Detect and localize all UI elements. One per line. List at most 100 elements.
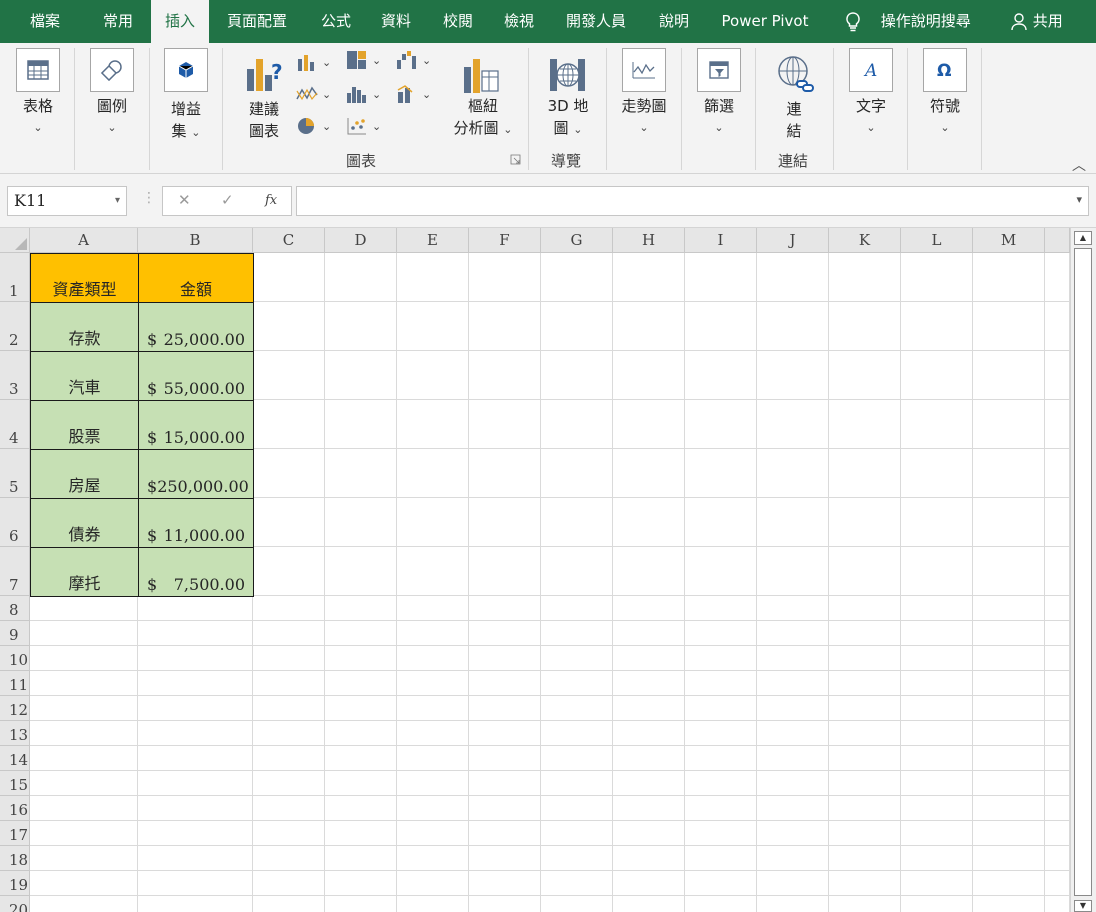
- cell-e9[interactable]: [397, 621, 469, 646]
- cell-l5[interactable]: [901, 449, 973, 498]
- cell-g10[interactable]: [541, 646, 613, 671]
- cell-f4[interactable]: [469, 400, 541, 449]
- cell-e8[interactable]: [397, 596, 469, 621]
- row-header-19[interactable]: 19: [0, 871, 30, 896]
- cell-m13[interactable]: [973, 721, 1045, 746]
- cell-filler[interactable]: [1045, 671, 1070, 696]
- illustrations-button[interactable]: 圖例 ⌄: [88, 48, 136, 138]
- cell-k19[interactable]: [829, 871, 901, 896]
- cell-e16[interactable]: [397, 796, 469, 821]
- cell-e5[interactable]: [397, 449, 469, 498]
- cell-l12[interactable]: [901, 696, 973, 721]
- cell-g15[interactable]: [541, 771, 613, 796]
- cell-i16[interactable]: [685, 796, 757, 821]
- cell-e14[interactable]: [397, 746, 469, 771]
- cell-e17[interactable]: [397, 821, 469, 846]
- cell-filler[interactable]: [1045, 771, 1070, 796]
- cell-d20[interactable]: [325, 896, 397, 912]
- cell-b18[interactable]: [138, 846, 253, 871]
- cell-m14[interactable]: [973, 746, 1045, 771]
- statistic-chart-button[interactable]: ⌄: [346, 83, 392, 105]
- column-header-m[interactable]: M: [973, 228, 1045, 253]
- cell-d16[interactable]: [325, 796, 397, 821]
- cell-g8[interactable]: [541, 596, 613, 621]
- cell-l6[interactable]: [901, 498, 973, 547]
- cell-f20[interactable]: [469, 896, 541, 912]
- cell-a15[interactable]: [30, 771, 138, 796]
- cell-a13[interactable]: [30, 721, 138, 746]
- cell-i8[interactable]: [685, 596, 757, 621]
- cell-j8[interactable]: [757, 596, 829, 621]
- cell-b4-amount[interactable]: $15,000.00: [138, 400, 254, 450]
- column-header-b[interactable]: B: [138, 228, 253, 253]
- cell-a7-category[interactable]: 摩托: [30, 547, 139, 597]
- sparklines-button[interactable]: 走勢圖 ⌄: [614, 48, 674, 138]
- cell-h10[interactable]: [613, 646, 685, 671]
- cell-l17[interactable]: [901, 821, 973, 846]
- cell-f12[interactable]: [469, 696, 541, 721]
- cell-g7[interactable]: [541, 547, 613, 596]
- cell-a14[interactable]: [30, 746, 138, 771]
- tab-file[interactable]: 檔案: [14, 0, 76, 43]
- cell-i3[interactable]: [685, 351, 757, 400]
- tab-power-pivot[interactable]: Power Pivot: [708, 0, 822, 43]
- cell-filler[interactable]: [1045, 596, 1070, 621]
- cell-c6[interactable]: [253, 498, 325, 547]
- cell-filler[interactable]: [1045, 821, 1070, 846]
- cell-i12[interactable]: [685, 696, 757, 721]
- cell-l16[interactable]: [901, 796, 973, 821]
- cell-b16[interactable]: [138, 796, 253, 821]
- cell-j10[interactable]: [757, 646, 829, 671]
- tab-formulas[interactable]: 公式: [308, 0, 364, 43]
- cell-j13[interactable]: [757, 721, 829, 746]
- cell-m9[interactable]: [973, 621, 1045, 646]
- cell-g9[interactable]: [541, 621, 613, 646]
- cell-l4[interactable]: [901, 400, 973, 449]
- cell-h17[interactable]: [613, 821, 685, 846]
- cell-f19[interactable]: [469, 871, 541, 896]
- cell-c10[interactable]: [253, 646, 325, 671]
- cell-f11[interactable]: [469, 671, 541, 696]
- cell-m12[interactable]: [973, 696, 1045, 721]
- cell-f1[interactable]: [469, 253, 541, 302]
- cell-h7[interactable]: [613, 547, 685, 596]
- cell-j3[interactable]: [757, 351, 829, 400]
- cell-g13[interactable]: [541, 721, 613, 746]
- cell-l1[interactable]: [901, 253, 973, 302]
- cell-d19[interactable]: [325, 871, 397, 896]
- cell-j20[interactable]: [757, 896, 829, 912]
- share-button[interactable]: 共用: [1010, 0, 1063, 43]
- cell-f3[interactable]: [469, 351, 541, 400]
- cell-h18[interactable]: [613, 846, 685, 871]
- cell-g20[interactable]: [541, 896, 613, 912]
- cell-a4-category[interactable]: 股票: [30, 400, 139, 450]
- vertical-scrollbar[interactable]: ▲ ▼: [1070, 228, 1096, 912]
- tell-me-search[interactable]: 操作說明搜尋: [844, 0, 971, 43]
- cell-a8[interactable]: [30, 596, 138, 621]
- cell-filler[interactable]: [1045, 449, 1070, 498]
- pivot-chart-button[interactable]: 樞紐 分析圖 ⌄: [446, 51, 520, 151]
- cell-i18[interactable]: [685, 846, 757, 871]
- cell-filler[interactable]: [1045, 746, 1070, 771]
- cancel-icon[interactable]: ✕: [178, 191, 191, 209]
- cell-m18[interactable]: [973, 846, 1045, 871]
- cell-e1[interactable]: [397, 253, 469, 302]
- cell-i5[interactable]: [685, 449, 757, 498]
- cell-f7[interactable]: [469, 547, 541, 596]
- cell-k4[interactable]: [829, 400, 901, 449]
- cell-c2[interactable]: [253, 302, 325, 351]
- cell-h13[interactable]: [613, 721, 685, 746]
- cell-d6[interactable]: [325, 498, 397, 547]
- cell-j7[interactable]: [757, 547, 829, 596]
- column-header-j[interactable]: J: [757, 228, 829, 253]
- cell-l9[interactable]: [901, 621, 973, 646]
- cell-d13[interactable]: [325, 721, 397, 746]
- cell-i17[interactable]: [685, 821, 757, 846]
- cell-b12[interactable]: [138, 696, 253, 721]
- cell-filler[interactable]: [1045, 646, 1070, 671]
- cell-b15[interactable]: [138, 771, 253, 796]
- cell-m17[interactable]: [973, 821, 1045, 846]
- cell-m6[interactable]: [973, 498, 1045, 547]
- cell-j15[interactable]: [757, 771, 829, 796]
- cell-m15[interactable]: [973, 771, 1045, 796]
